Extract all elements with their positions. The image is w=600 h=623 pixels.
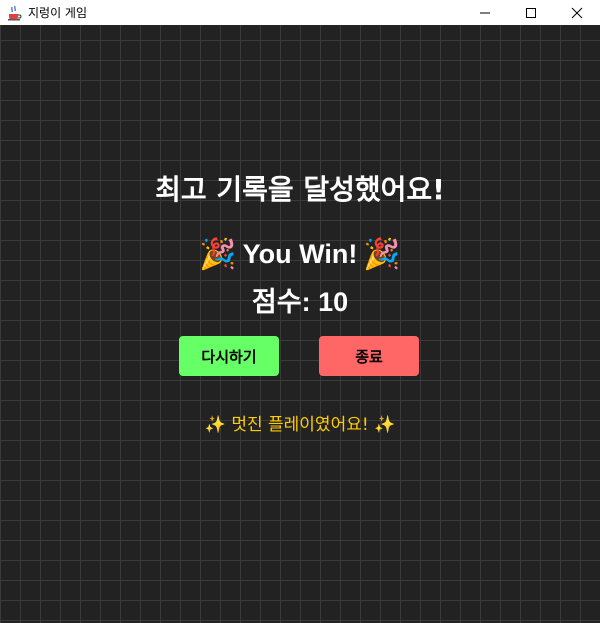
score-display: 점수: 10 [251, 287, 349, 317]
party-popper-icon: 🎉 [199, 237, 237, 272]
win-message: 🎉 You Win! 🎉 [0, 237, 600, 272]
maximize-icon [526, 7, 536, 18]
app-window: 지렁이 게임 최고 기록을 달성했어요! 🎉 You Win! 🎉 점수: 10… [0, 0, 600, 623]
window-title: 지렁이 게임 [28, 6, 88, 20]
win-text: You Win! [242, 239, 358, 269]
maximize-button[interactable] [508, 0, 554, 25]
quit-button[interactable]: 종료 [319, 336, 419, 376]
java-cup-icon [6, 5, 22, 21]
high-score-headline: 최고 기록을 달성했어요! [155, 173, 445, 206]
title-bar[interactable]: 지렁이 게임 [0, 0, 600, 25]
game-board: 최고 기록을 달성했어요! 🎉 You Win! 🎉 점수: 10 다시하기 종… [0, 25, 600, 623]
minimize-icon [480, 12, 490, 13]
close-button[interactable] [554, 0, 600, 25]
minimize-button[interactable] [462, 0, 508, 25]
close-icon [571, 7, 583, 18]
praise-message: ✨ 멋진 플레이였어요! ✨ [204, 415, 396, 435]
party-popper-icon: 🎉 [363, 237, 401, 272]
window-controls [462, 0, 600, 25]
retry-button[interactable]: 다시하기 [179, 336, 279, 376]
